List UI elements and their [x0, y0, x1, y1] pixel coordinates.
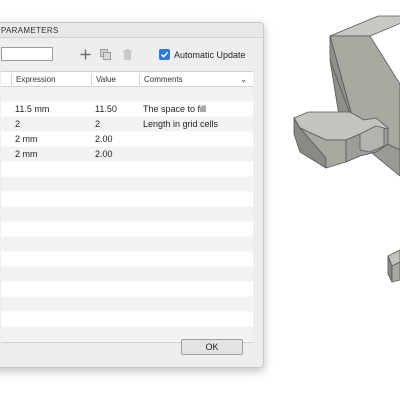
- trash-icon[interactable]: [121, 48, 134, 61]
- expression-cell[interactable]: 2: [15, 119, 20, 129]
- table-row-spacer: [1, 87, 253, 102]
- expression-cell[interactable]: 2 mm: [15, 149, 38, 159]
- empty-row: [1, 297, 253, 312]
- empty-row: [1, 207, 253, 222]
- value-cell: 2: [95, 119, 101, 129]
- column-header-comments-label: Comments: [144, 75, 183, 84]
- model-block-top: [329, 15, 400, 37]
- canvas-viewport[interactable]: PARAMETERS Automatic Update Expression V…: [0, 0, 400, 400]
- auto-update-toggle[interactable]: Automatic Update: [159, 49, 246, 60]
- auto-update-label: Automatic Update: [174, 49, 246, 60]
- auto-update-checkbox[interactable]: [159, 49, 170, 60]
- table-row[interactable]: 2 mm 2.00: [1, 132, 253, 147]
- expression-cell[interactable]: 2 mm: [15, 134, 38, 144]
- empty-row: [1, 192, 253, 207]
- dialog-title: PARAMETERS: [1, 26, 59, 35]
- table-body: 11.5 mm 11.50 The space to fill 2 2 Leng…: [1, 87, 253, 342]
- chevron-down-icon[interactable]: ⌄: [240, 74, 247, 85]
- table-row[interactable]: 2 2 Length in grid cells: [1, 117, 253, 132]
- comment-cell[interactable]: Length in grid cells: [143, 119, 218, 129]
- copy-icon[interactable]: [99, 48, 112, 61]
- dialog-titlebar[interactable]: PARAMETERS: [0, 23, 263, 38]
- empty-row: [1, 267, 253, 282]
- parameters-table: Expression Value Comments ⌄ 11.5 mm 11.5…: [1, 71, 253, 343]
- ok-button[interactable]: OK: [181, 339, 243, 355]
- empty-row: [1, 222, 253, 237]
- table-header: Expression Value Comments ⌄: [1, 72, 253, 87]
- empty-row: [1, 282, 253, 297]
- column-header-value[interactable]: Value: [91, 74, 139, 85]
- model-piece-face: [391, 261, 400, 283]
- empty-row: [1, 312, 253, 327]
- empty-row: [1, 237, 253, 252]
- add-icon[interactable]: [79, 48, 92, 61]
- column-header-expression[interactable]: Expression: [11, 74, 91, 85]
- search-input[interactable]: [1, 47, 53, 61]
- checkmark-icon: [160, 51, 169, 58]
- column-header-name[interactable]: [1, 74, 11, 85]
- empty-row: [1, 177, 253, 192]
- comment-cell[interactable]: The space to fill: [143, 104, 206, 114]
- parameters-dialog: PARAMETERS Automatic Update Expression V…: [0, 22, 264, 368]
- column-header-comments[interactable]: Comments ⌄: [139, 74, 251, 85]
- value-cell: 2.00: [95, 149, 113, 159]
- table-row[interactable]: 2 mm 2.00: [1, 147, 253, 162]
- expression-cell[interactable]: 11.5 mm: [15, 104, 49, 114]
- empty-row: [1, 252, 253, 267]
- value-cell: 11.50: [95, 104, 117, 114]
- empty-row: [1, 162, 253, 177]
- table-row[interactable]: 11.5 mm 11.50 The space to fill: [1, 102, 253, 117]
- value-cell: 2.00: [95, 134, 113, 144]
